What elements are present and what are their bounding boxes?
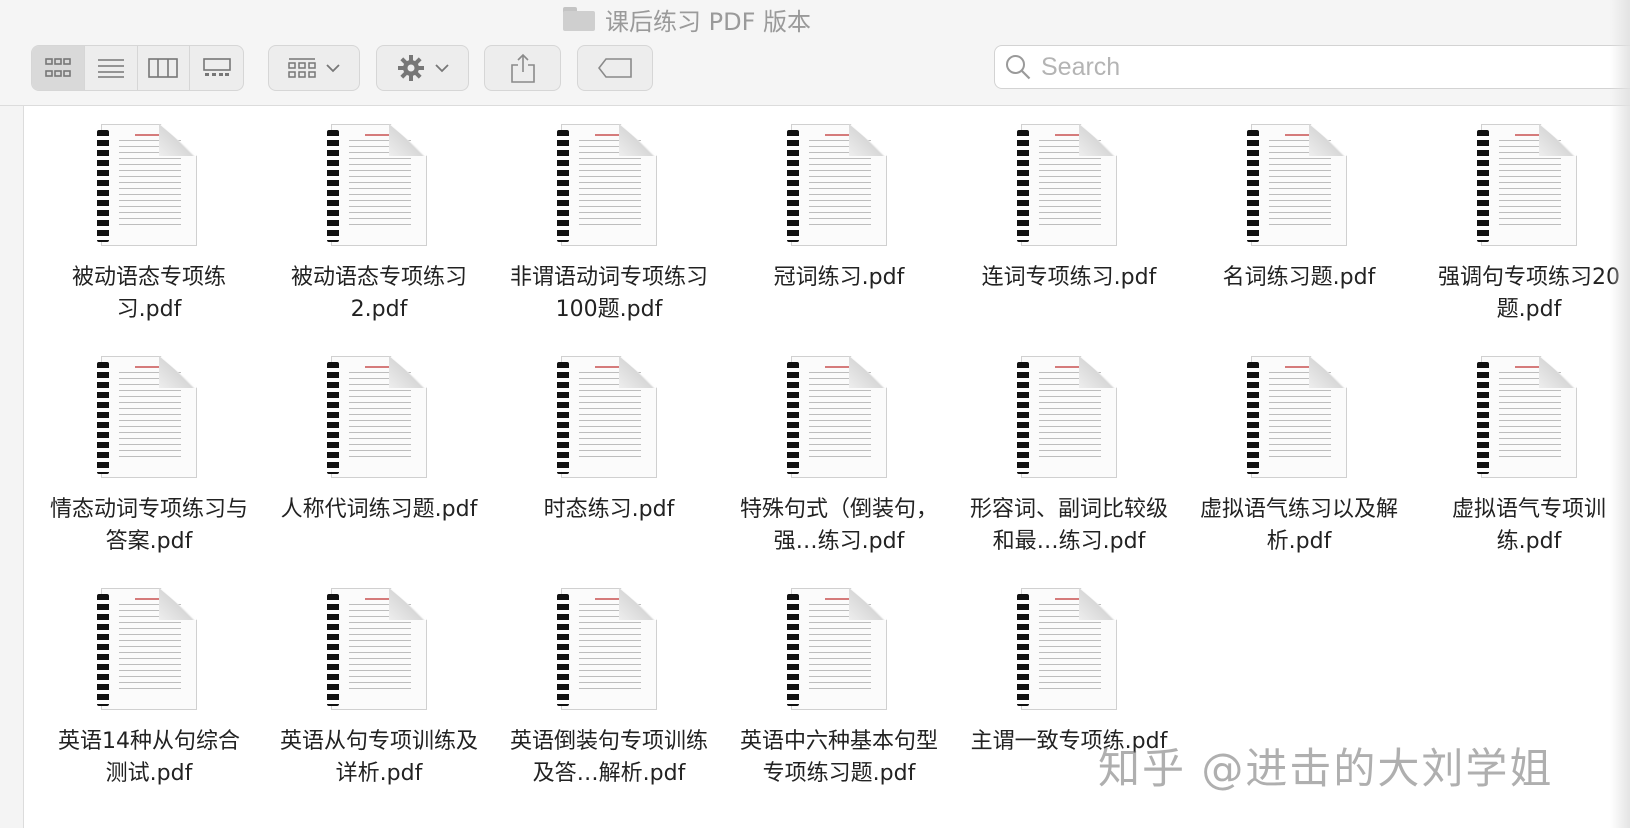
gear-icon xyxy=(397,55,424,81)
window-title: 课后练习 PDF 版本 xyxy=(563,2,811,36)
file-name-label: 被动语态专项练习.pdf xyxy=(71,265,226,322)
action-button[interactable] xyxy=(376,45,469,91)
file-item[interactable]: 被动语态专项练习2.pdf xyxy=(264,124,494,356)
file-name-label: 虚拟语气练习以及解析.pdf xyxy=(1199,497,1398,554)
file-item[interactable]: 虚拟语气专项训练.pdf xyxy=(1414,356,1630,588)
file-name-label: 被动语态专项练习2.pdf xyxy=(290,265,467,322)
file-name-label: 英语倒装句专项训练及答…解析.pdf xyxy=(509,729,708,786)
file-name-label: 虚拟语气专项训练.pdf xyxy=(1451,497,1606,554)
search-field[interactable] xyxy=(994,45,1630,89)
chevron-down-icon xyxy=(326,64,340,73)
file-item[interactable]: 英语从句专项训练及详析.pdf xyxy=(264,588,494,820)
chevron-down-icon xyxy=(434,64,449,73)
tag-button[interactable] xyxy=(577,45,653,91)
pdf-document-icon xyxy=(1477,124,1577,246)
file-name-label: 英语中六种基本句型专项练习题.pdf xyxy=(739,729,938,786)
search-input[interactable] xyxy=(1041,52,1541,82)
file-item[interactable]: 非谓语动词专项练习100题.pdf xyxy=(494,124,724,356)
pdf-document-icon xyxy=(787,356,887,478)
pdf-document-icon xyxy=(787,588,887,710)
pdf-document-icon xyxy=(557,124,657,246)
sidebar-edge xyxy=(0,106,24,828)
file-item[interactable]: 被动语态专项练习.pdf xyxy=(34,124,264,356)
column-view-icon xyxy=(148,58,179,78)
pdf-document-icon xyxy=(1017,588,1117,710)
icon-view-icon xyxy=(45,58,71,77)
file-name-label: 非谓语动词专项练习100题.pdf xyxy=(509,265,708,322)
file-name-label: 特殊句式（倒装句，强…练习.pdf xyxy=(739,497,938,554)
file-item[interactable]: 连词专项练习.pdf xyxy=(954,124,1184,356)
file-item[interactable]: 名词练习题.pdf xyxy=(1184,124,1414,356)
group-by-button[interactable] xyxy=(268,45,360,91)
tag-icon xyxy=(598,58,632,78)
column-view-button[interactable] xyxy=(138,46,191,90)
group-grid-icon xyxy=(288,58,316,78)
file-item[interactable]: 英语14种从句综合测试.pdf xyxy=(34,588,264,820)
share-button[interactable] xyxy=(484,45,561,91)
file-item[interactable]: 冠词练习.pdf xyxy=(724,124,954,356)
list-view-button[interactable] xyxy=(85,46,138,90)
file-item[interactable]: 强调句专项练习20题.pdf xyxy=(1414,124,1630,356)
file-name-label: 名词练习题.pdf xyxy=(1222,265,1376,290)
icon-view-button[interactable] xyxy=(32,46,85,90)
file-item[interactable]: 人称代词练习题.pdf xyxy=(264,356,494,588)
file-item[interactable]: 形容词、副词比较级和最…练习.pdf xyxy=(954,356,1184,588)
file-item[interactable]: 英语倒装句专项训练及答…解析.pdf xyxy=(494,588,724,820)
window-edge-shadow xyxy=(1610,0,1630,828)
file-grid: 被动语态专项练习.pdf 被动语态专项练习2.pdf 非谓语动词专项练习100题.p… xyxy=(34,124,1630,820)
file-name-label: 时态练习.pdf xyxy=(543,497,675,522)
pdf-document-icon xyxy=(787,124,887,246)
file-item[interactable]: 特殊句式（倒装句，强…练习.pdf xyxy=(724,356,954,588)
pdf-document-icon xyxy=(1017,356,1117,478)
folder-icon xyxy=(563,7,595,31)
file-name-label: 形容词、副词比较级和最…练习.pdf xyxy=(969,497,1168,554)
pdf-document-icon xyxy=(1247,356,1347,478)
window-title-text: 课后练习 PDF 版本 xyxy=(605,7,812,36)
list-view-icon xyxy=(97,59,124,78)
file-name-label: 冠词练习.pdf xyxy=(773,265,905,290)
file-name-label: 英语14种从句综合测试.pdf xyxy=(58,729,240,786)
pdf-document-icon xyxy=(327,356,427,478)
file-name-label: 情态动词专项练习与答案.pdf xyxy=(49,497,248,554)
pdf-document-icon xyxy=(97,124,197,246)
pdf-document-icon xyxy=(1017,124,1117,246)
file-name-label: 英语从句专项训练及详析.pdf xyxy=(279,729,478,786)
file-item[interactable]: 虚拟语气练习以及解析.pdf xyxy=(1184,356,1414,588)
file-item[interactable]: 情态动词专项练习与答案.pdf xyxy=(34,356,264,588)
pdf-document-icon xyxy=(557,588,657,710)
file-name-label: 人称代词练习题.pdf xyxy=(280,497,478,522)
view-mode-control xyxy=(31,45,244,91)
pdf-document-icon xyxy=(327,124,427,246)
file-item[interactable]: 时态练习.pdf xyxy=(494,356,724,588)
file-name-label: 强调句专项练习20题.pdf xyxy=(1438,265,1620,322)
file-name-label: 连词专项练习.pdf xyxy=(981,265,1157,290)
gallery-view-button[interactable] xyxy=(190,46,243,90)
pdf-document-icon xyxy=(97,588,197,710)
pdf-document-icon xyxy=(97,356,197,478)
file-item[interactable]: 英语中六种基本句型专项练习题.pdf xyxy=(724,588,954,820)
pdf-document-icon xyxy=(557,356,657,478)
finder-toolbar: 课后练习 PDF 版本 xyxy=(0,0,1630,106)
pdf-document-icon xyxy=(1247,124,1347,246)
search-icon xyxy=(1006,55,1031,80)
pdf-document-icon xyxy=(1477,356,1577,478)
share-icon xyxy=(510,53,535,83)
pdf-document-icon xyxy=(327,588,427,710)
gallery-view-icon xyxy=(202,58,231,76)
watermark-text: 知乎 @进击的大刘学姐 xyxy=(1098,744,1554,793)
